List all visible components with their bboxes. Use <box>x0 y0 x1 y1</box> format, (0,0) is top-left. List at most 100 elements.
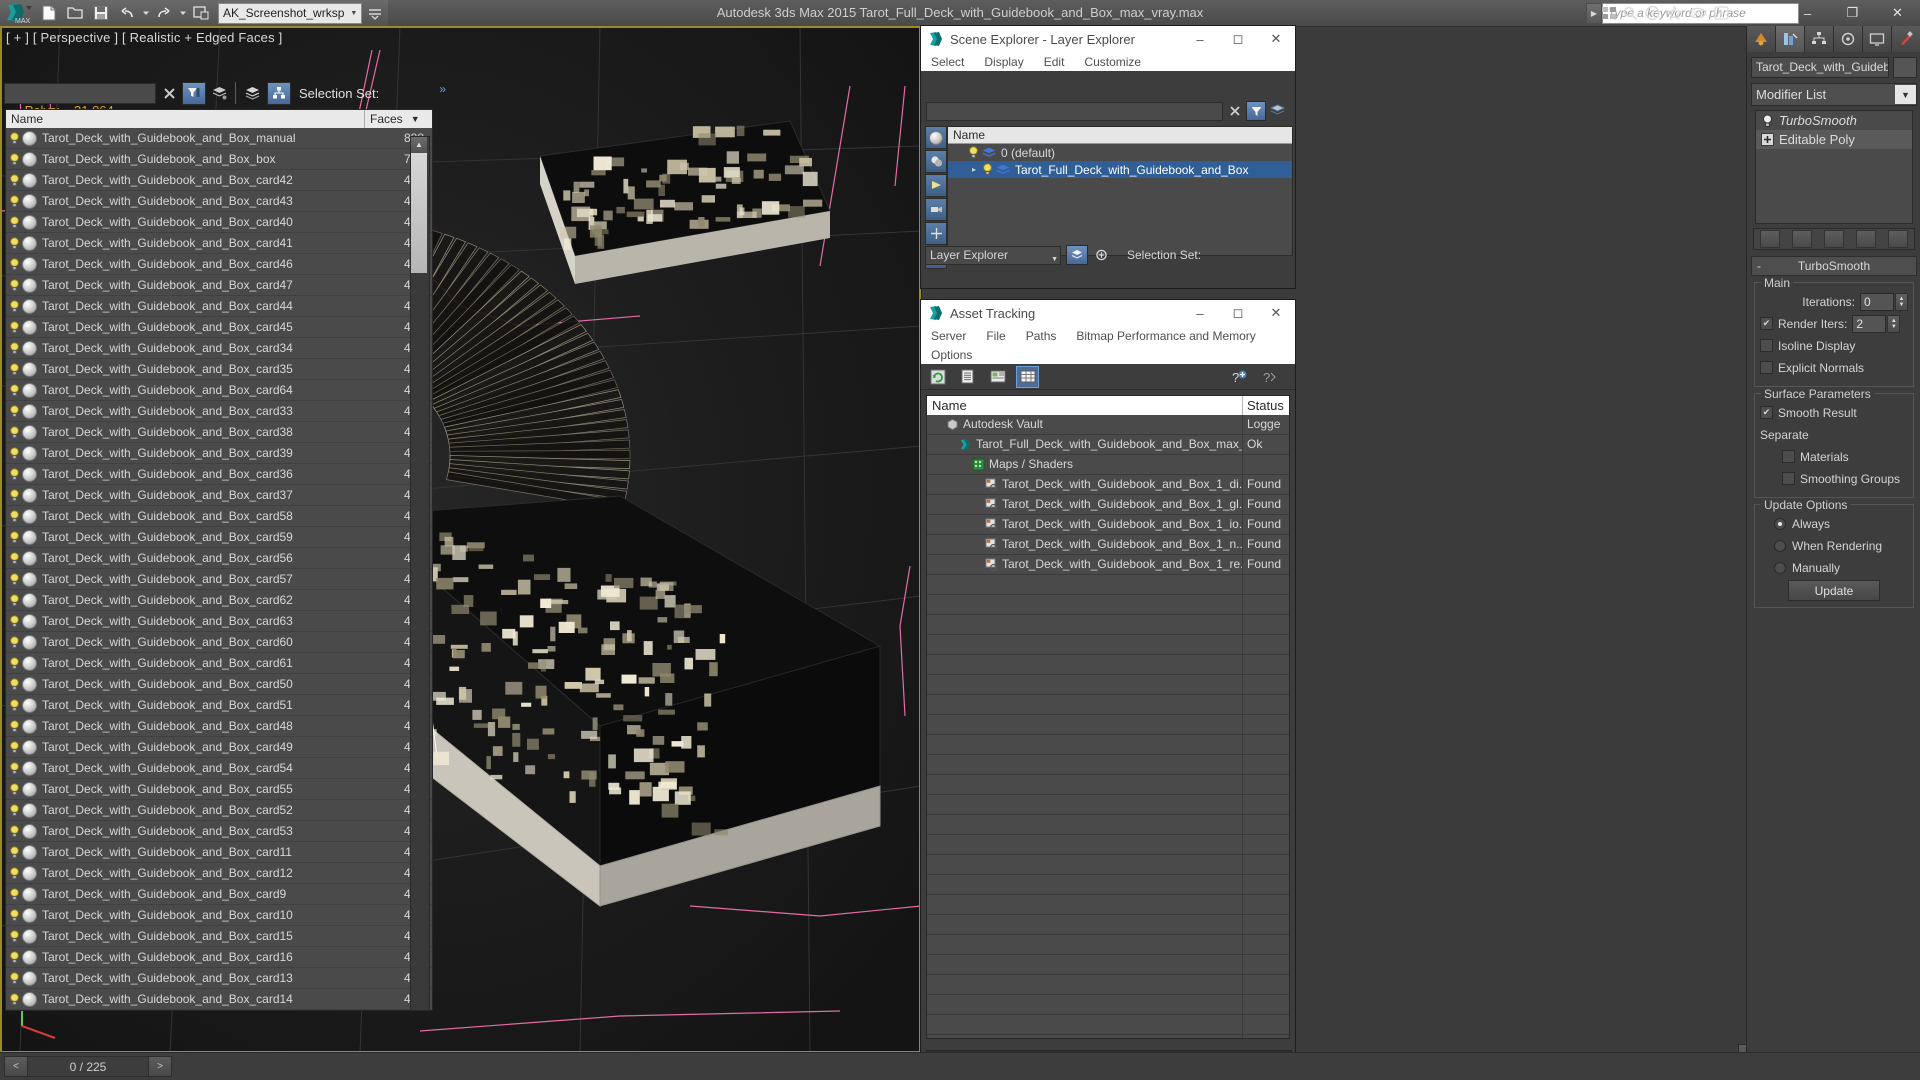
sfs-col-faces[interactable]: Faces ▼ <box>365 110 432 128</box>
scene-explorer-titlebar[interactable]: Scene Explorer - Layer Explorer – ◻ ✕ <box>921 26 1295 52</box>
show-end-result-icon[interactable] <box>1792 230 1812 248</box>
asset-tracking-empty-row[interactable] <box>927 655 1289 675</box>
lightbulb-icon[interactable] <box>9 426 20 439</box>
object-type-icon[interactable] <box>22 992 37 1007</box>
sfs-row[interactable]: Tarot_Deck_with_Guidebook_and_Box_card14… <box>6 989 432 1010</box>
lightbulb-icon[interactable] <box>9 510 20 523</box>
object-type-icon[interactable] <box>22 656 37 671</box>
configure-modifier-sets-icon[interactable] <box>1888 230 1908 248</box>
autodesk-account-icon[interactable] <box>1601 5 1618 22</box>
lightbulb-icon[interactable] <box>9 972 20 985</box>
sfs-row[interactable]: Tarot_Deck_with_Guidebook_and_Box_card54… <box>6 758 432 779</box>
menu-display[interactable]: Display <box>974 55 1033 69</box>
object-type-icon[interactable] <box>22 614 37 629</box>
sfs-scroll-thumb[interactable] <box>411 153 427 273</box>
lightbulb-icon[interactable] <box>9 951 20 964</box>
lightbulb-icon[interactable] <box>9 867 20 880</box>
scene-explorer-column-name[interactable]: Name <box>948 127 1292 144</box>
sfs-row[interactable]: Tarot_Deck_with_Guidebook_and_Box_card63… <box>6 611 432 632</box>
prev-frame-button[interactable]: < <box>4 1056 28 1077</box>
minimize-button[interactable]: – <box>1785 0 1830 26</box>
lightbulb-icon[interactable] <box>9 699 20 712</box>
object-type-icon[interactable] <box>22 509 37 524</box>
sfs-row[interactable]: Tarot_Deck_with_Guidebook_and_Box_card10… <box>6 905 432 926</box>
open-file-button[interactable] <box>62 1 88 25</box>
object-type-icon[interactable] <box>22 299 37 314</box>
manually-radio[interactable] <box>1774 562 1786 574</box>
menu-select[interactable]: Select <box>921 55 974 69</box>
object-type-icon[interactable] <box>22 677 37 692</box>
modifier-stack[interactable]: TurboSmooth Editable Poly <box>1755 110 1913 224</box>
explorer-mode-combo[interactable]: Layer Explorer ▼ <box>925 246 1061 265</box>
scene-explorer-close[interactable]: ✕ <box>1257 26 1295 52</box>
tab-hierarchy[interactable] <box>1805 26 1834 52</box>
project-folder-button[interactable] <box>188 1 214 25</box>
menu-edit[interactable]: Edit <box>1034 55 1075 69</box>
lightbulb-icon[interactable] <box>9 489 20 502</box>
object-type-icon[interactable] <box>22 425 37 440</box>
asset-tracking-empty-row[interactable] <box>927 895 1289 915</box>
help-question-icon[interactable]: ? <box>1257 366 1280 388</box>
frame-counter[interactable]: 0 / 225 <box>28 1056 148 1077</box>
lightbulb-icon[interactable] <box>9 846 20 859</box>
sfs-row[interactable]: Tarot_Deck_with_Guidebook_and_Box_card38… <box>6 422 432 443</box>
asset-tracking-empty-row[interactable] <box>927 915 1289 935</box>
lightbulb-icon[interactable] <box>968 146 979 159</box>
asset-tracking-empty-row[interactable] <box>927 695 1289 715</box>
object-type-icon[interactable] <box>22 593 37 608</box>
sfs-row[interactable]: Tarot_Deck_with_Guidebook_and_Box_card64… <box>6 380 432 401</box>
sfs-row[interactable]: Tarot_Deck_with_Guidebook_and_Box_card35… <box>6 359 432 380</box>
new-file-button[interactable] <box>36 1 62 25</box>
sfs-row[interactable]: Tarot_Deck_with_Guidebook_and_Box_card46… <box>6 254 432 275</box>
asset-tracking-empty-row[interactable] <box>927 975 1289 995</box>
lightbulb-icon[interactable] <box>9 615 20 628</box>
close-button[interactable]: ✕ <box>1875 0 1920 26</box>
layers-stack-icon[interactable] <box>241 83 263 104</box>
chevron-down-icon[interactable]: ▼ <box>1895 85 1916 104</box>
asset-tracking-empty-row[interactable] <box>927 815 1289 835</box>
sfs-row[interactable]: Tarot_Deck_with_Guidebook_and_Box_card61… <box>6 653 432 674</box>
asset-tracking-empty-row[interactable] <box>927 715 1289 735</box>
sfs-row[interactable]: Tarot_Deck_with_Guidebook_and_Box_card16… <box>6 947 432 968</box>
sfs-row[interactable]: Tarot_Deck_with_Guidebook_and_Box_card50… <box>6 674 432 695</box>
sfs-row[interactable]: Tarot_Deck_with_Guidebook_and_Box_card52… <box>6 800 432 821</box>
paths-view-icon[interactable] <box>986 366 1009 388</box>
lightbulb-icon[interactable] <box>982 163 993 176</box>
object-type-icon[interactable] <box>22 152 37 167</box>
asset-tracking-minimize[interactable]: – <box>1181 300 1219 326</box>
sfs-row[interactable]: Tarot_Deck_with_Guidebook_and_Box_card48… <box>6 716 432 737</box>
object-type-icon[interactable] <box>22 887 37 902</box>
menu-server[interactable]: Server <box>921 329 976 343</box>
sfs-row[interactable]: Tarot_Deck_with_Guidebook_and_Box_card56… <box>6 548 432 569</box>
object-type-icon[interactable] <box>22 866 37 881</box>
sfs-col-name[interactable]: Name <box>6 110 365 128</box>
asset-tracking-row[interactable]: Tarot_Deck_with_Guidebook_and_Box_1_gl..… <box>927 495 1289 515</box>
sfs-row[interactable]: Tarot_Deck_with_Guidebook_and_Box_box736 <box>6 149 432 170</box>
helper-filter-icon[interactable] <box>925 222 947 245</box>
lightbulb-icon[interactable] <box>9 321 20 334</box>
lightbulb-icon[interactable] <box>9 636 20 649</box>
tab-display[interactable] <box>1863 26 1892 52</box>
add-layer-icon[interactable] <box>1091 246 1111 264</box>
lightbulb-icon[interactable] <box>9 279 20 292</box>
asset-tracking-empty-row[interactable] <box>927 955 1289 975</box>
save-file-button[interactable] <box>88 1 114 25</box>
maximize-button[interactable]: ❐ <box>1830 0 1875 26</box>
camera-filter-icon[interactable] <box>925 198 947 221</box>
isoline-display-checkbox[interactable] <box>1760 339 1773 352</box>
sfs-row[interactable]: Tarot_Deck_with_Guidebook_and_Box_card43… <box>6 191 432 212</box>
qat-overflow-icon[interactable] <box>362 1 388 25</box>
sfs-row[interactable]: Tarot_Deck_with_Guidebook_and_Box_card62… <box>6 590 432 611</box>
lightbulb-icon[interactable] <box>9 342 20 355</box>
layer-filter-icon[interactable] <box>208 83 230 104</box>
object-type-icon[interactable] <box>22 530 37 545</box>
lightbulb-icon[interactable] <box>9 552 20 565</box>
pin-stack-icon[interactable] <box>1760 230 1780 248</box>
object-type-icon[interactable] <box>22 572 37 587</box>
favorites-star-icon[interactable] <box>1666 5 1683 22</box>
sfs-row[interactable]: Tarot_Deck_with_Guidebook_and_Box_manual… <box>6 128 432 149</box>
lightbulb-icon[interactable] <box>9 909 20 922</box>
help-icon[interactable]: ? <box>1644 5 1661 22</box>
rollout-collapse-icon[interactable]: - <box>1757 259 1761 273</box>
remove-modifier-icon[interactable] <box>1856 230 1876 248</box>
